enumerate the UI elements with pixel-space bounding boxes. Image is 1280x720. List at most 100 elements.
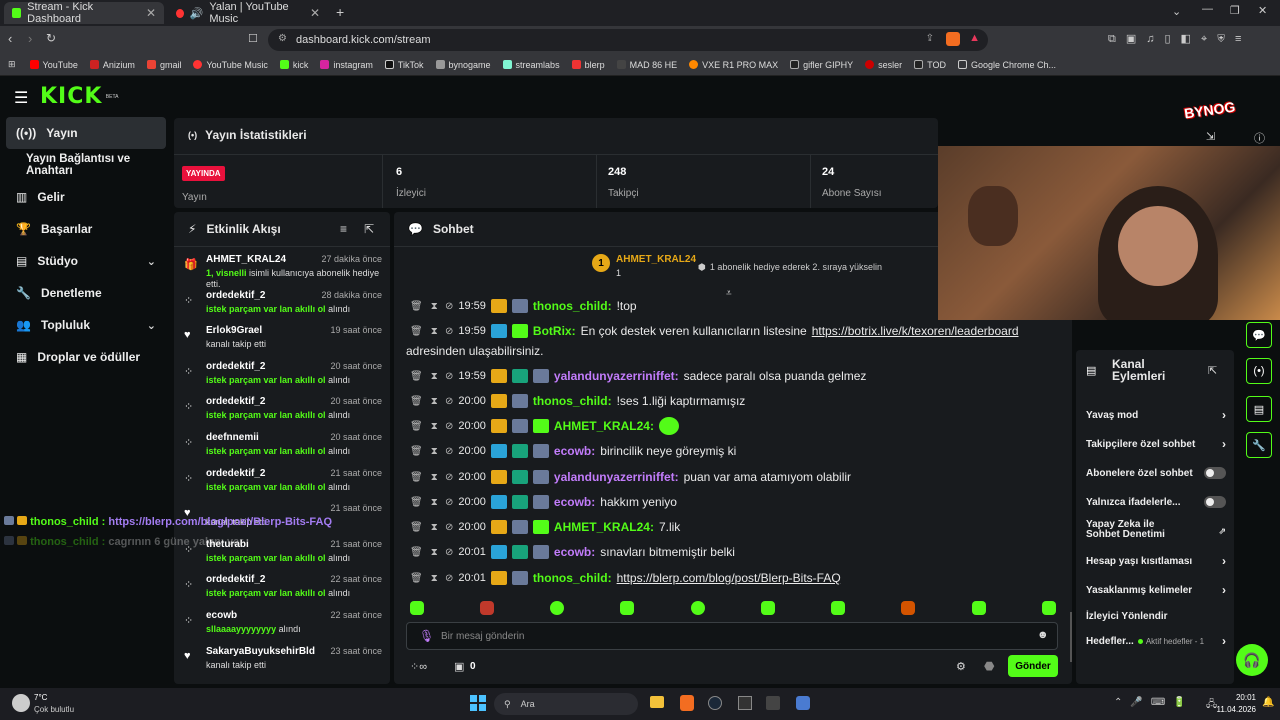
chat-message[interactable]: 🗑 ⧗ ⊘ 20:00 AHMET_KRAL24:	[410, 416, 679, 436]
emotes-only-toggle[interactable]	[1204, 496, 1226, 508]
sidebar-item-studio[interactable]: ▤ Stüdyo ⌄	[6, 245, 166, 277]
apps-icon[interactable]: ⊞	[8, 59, 16, 70]
store-icon[interactable]	[766, 696, 780, 710]
minimize-icon[interactable]: —	[1202, 3, 1213, 15]
event-username[interactable]: ordedektif_2	[206, 574, 265, 585]
actions-button[interactable]: ▤	[1246, 396, 1272, 422]
tab-search-icon[interactable]: ⌄	[1172, 5, 1181, 18]
message-username[interactable]: AHMET_KRAL24	[554, 520, 650, 534]
emote-icon[interactable]	[480, 601, 494, 615]
message-username[interactable]: ecowb	[554, 495, 591, 509]
timeout-icon[interactable]: ⧗	[431, 371, 438, 382]
ban-icon[interactable]: ⊘	[445, 446, 453, 457]
emote-icon[interactable]	[761, 601, 775, 615]
activity-event[interactable]: ♥ Erlok9Grael 19 saat önce kanalı takip ett…	[174, 321, 390, 357]
message-link[interactable]: https://botrix.live/k/texoren/leaderboar…	[812, 324, 1019, 338]
ban-icon[interactable]: ⊘	[445, 371, 453, 382]
bookmark-gmail[interactable]: gmail	[146, 60, 181, 70]
emote-icon[interactable]	[620, 601, 634, 615]
timeout-icon[interactable]: ⧗	[431, 396, 438, 407]
bookmark-anizium[interactable]: Anizium	[89, 60, 135, 70]
forward-icon[interactable]: ›	[28, 31, 32, 46]
event-username[interactable]: ordedektif_2	[206, 290, 265, 301]
sidebar-item-stream[interactable]: ((•)) Yayın	[6, 117, 166, 149]
account-age-item[interactable]: Hesap yaşı kısıtlaması ›	[1086, 552, 1226, 570]
close-window-icon[interactable]: ✕	[1258, 4, 1267, 17]
brave-browser-icon[interactable]	[680, 695, 694, 711]
timeout-icon[interactable]: ⧗	[431, 573, 438, 584]
windows-start-icon[interactable]	[470, 695, 486, 711]
ban-icon[interactable]: ⊘	[445, 326, 453, 337]
bookmark-tiktok[interactable]: TikTok	[384, 60, 424, 70]
chat-message[interactable]: 🗑 ⧗ ⊘ 20:01 ecowb: sınavları bitmemiştir belk…	[410, 542, 735, 562]
timeout-icon[interactable]: ⧗	[431, 497, 438, 508]
delete-icon[interactable]: 🗑	[410, 522, 423, 533]
event-username[interactable]: AHMET_KRAL24	[206, 254, 286, 265]
activity-event[interactable]: ⁘ ordedektif_2 20 saat önce istek parçam va…	[174, 392, 390, 428]
chat-message[interactable]: 🗑 ⧗ ⊘ 20:00 ecowb: birincilik neye göreymiş k…	[410, 441, 736, 461]
activity-event[interactable]: 🎁 AHMET_KRAL24 27 dakika önce 1, visnelli i…	[174, 250, 390, 289]
emote-icon[interactable]	[901, 601, 915, 615]
bookmark-bynogame[interactable]: bynogame	[435, 60, 491, 70]
file-explorer-icon[interactable]	[650, 696, 664, 708]
bookmark-kick[interactable]: kick	[279, 60, 308, 70]
settings-icon[interactable]: ⚙	[956, 660, 966, 673]
chat-message[interactable]: 🗑 ⧗ ⊘ 19:59 thonos_child: !top	[410, 296, 637, 316]
ban-icon[interactable]: ⊘	[445, 396, 453, 407]
message-username[interactable]: yalandunyazerriniffet	[554, 470, 675, 484]
activity-event[interactable]: ⁘ ordedektif_2 22 saat önce istek parçam va…	[174, 570, 390, 606]
sidebar-item-drops[interactable]: ▦ Droplar ve ödüller	[6, 341, 166, 373]
activity-event[interactable]: ⁘ ordedektif_2 28 dakika önce istek parçam …	[174, 286, 390, 322]
event-username[interactable]: SakaryaBuyuksehirBld	[206, 646, 315, 657]
popout-icon[interactable]: ⇱	[364, 222, 374, 236]
message-username[interactable]: ecowb	[554, 444, 591, 458]
activity-event[interactable]: ♥ SakaryaBuyuksehirBld 23 saat önce kanalı …	[174, 642, 390, 678]
weather-icon[interactable]	[12, 694, 30, 712]
timeout-icon[interactable]: ⧗	[431, 326, 438, 337]
delete-icon[interactable]: 🗑	[410, 446, 423, 457]
site-info-icon[interactable]: ⚙	[278, 33, 287, 44]
event-username[interactable]: ordedektif_2	[206, 468, 265, 479]
brave-rewards-icon[interactable]: ▲	[969, 32, 980, 44]
tab-kick-dashboard[interactable]: Stream - Kick Dashboard ✕	[4, 1, 164, 25]
delete-icon[interactable]: 🗑	[410, 573, 423, 584]
chat-toggle-button[interactable]: 💬	[1246, 322, 1272, 348]
store-icon[interactable]: ▣	[454, 660, 464, 673]
bookmark-icon[interactable]: ☐	[248, 32, 258, 45]
filter-icon[interactable]: ≡	[340, 222, 347, 236]
support-button[interactable]: 🎧	[1236, 644, 1268, 676]
delete-icon[interactable]: 🗑	[410, 497, 423, 508]
timeout-icon[interactable]: ⧗	[431, 301, 438, 312]
bookmark-instagram[interactable]: instagram	[320, 60, 373, 70]
chat-message[interactable]: 🗑 ⧗ ⊘ 20:01 thonos_child: https://blerp.com/b…	[410, 568, 841, 588]
sidebar-item-community[interactable]: 👥 Topluluk ⌄	[6, 309, 166, 341]
ban-icon[interactable]: ⊘	[445, 421, 453, 432]
message-username[interactable]: thonos_child	[533, 394, 608, 408]
tab-youtube-music[interactable]: 🔊 Yalan | YouTube Music ✕	[168, 1, 328, 25]
bookmark-vxe[interactable]: VXE R1 PRO MAX	[689, 60, 778, 70]
kick-logo[interactable]: KICK BETA	[40, 84, 118, 109]
activity-event[interactable]: ⁘ ordedektif_2 21 saat önce istek parçam va…	[174, 464, 390, 500]
sidebar-item-stream-key[interactable]: Yayın Bağlantısı ve Anahtarı	[16, 149, 176, 181]
notification-icon[interactable]: 🔔	[1262, 697, 1274, 708]
delete-icon[interactable]: 🗑	[410, 371, 423, 382]
bookmark-chrome-folder[interactable]: Google Chrome Ch...	[958, 60, 1056, 70]
chat-message[interactable]: 🗑 ⧗ ⊘ 20:00 thonos_child: !ses 1.liği kaptırm…	[410, 391, 745, 411]
subscribers-only-toggle[interactable]	[1204, 467, 1226, 479]
bot-icon[interactable]: ⬣	[984, 659, 994, 673]
menu-icon[interactable]: ☰	[14, 88, 28, 108]
followers-only-item[interactable]: Takipçilere özel sohbet ›	[1086, 435, 1226, 453]
message-username[interactable]: AHMET_KRAL24	[554, 419, 650, 433]
delete-icon[interactable]: 🗑	[410, 326, 423, 337]
message-link[interactable]: https://blerp.com/blog/post/Blerp-Bits-F…	[617, 571, 841, 585]
share-icon[interactable]: ⇪	[926, 33, 934, 44]
address-bar[interactable]: ⚙ dashboard.kick.com/stream ⇪ ▲	[268, 29, 988, 51]
taskbar-search[interactable]: ⚲ Ara	[494, 693, 638, 715]
ban-icon[interactable]: ⊘	[445, 472, 453, 483]
bookmark-sesler[interactable]: sesler	[865, 60, 902, 70]
activity-event[interactable]: ⁘ ecowb 22 saat önce sllaaaayyyyyyyy alındı	[174, 606, 390, 642]
bookmark-youtube[interactable]: YouTube	[29, 60, 78, 70]
delete-icon[interactable]: 🗑	[410, 421, 423, 432]
bookmark-mad86[interactable]: MAD 86 HE	[616, 60, 677, 70]
event-username[interactable]: ecowb	[206, 610, 237, 621]
